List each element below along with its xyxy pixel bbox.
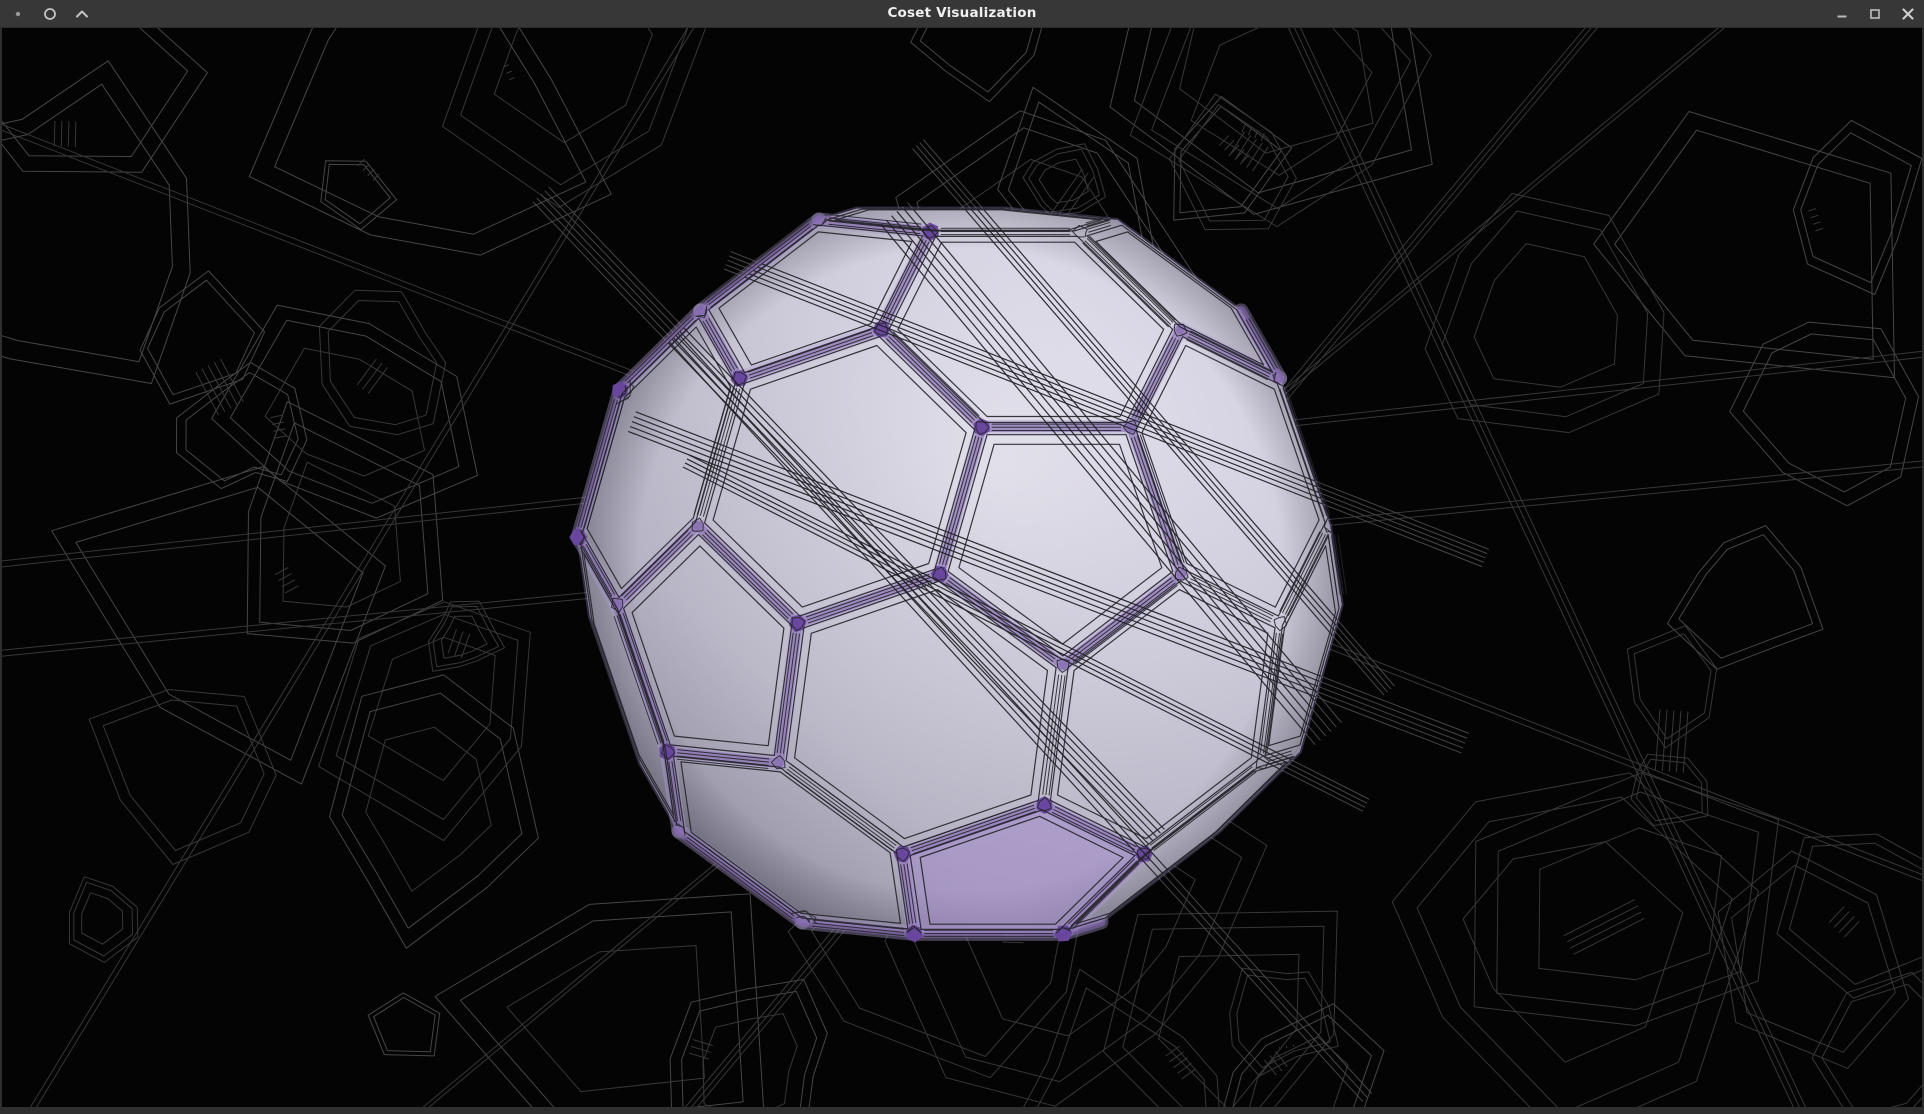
menu-dot-icon[interactable] (11, 7, 25, 21)
coset-3d-scene (0, 28, 1924, 1107)
chevron-up-icon[interactable] (75, 7, 89, 21)
titlebar[interactable]: Coset Visualization (0, 0, 1924, 28)
window-left-border (0, 28, 2, 1107)
window-bottom-border (0, 1107, 1924, 1114)
minimize-button[interactable] (1835, 7, 1849, 21)
titlebar-right-controls (1835, 0, 1915, 27)
record-circle-icon[interactable] (43, 7, 57, 21)
close-button[interactable] (1901, 7, 1915, 21)
viewport[interactable] (0, 28, 1924, 1107)
maximize-button[interactable] (1868, 7, 1882, 21)
titlebar-left-controls (11, 0, 89, 27)
app-window: Coset Visualization (0, 0, 1924, 1114)
window-title: Coset Visualization (0, 0, 1924, 27)
